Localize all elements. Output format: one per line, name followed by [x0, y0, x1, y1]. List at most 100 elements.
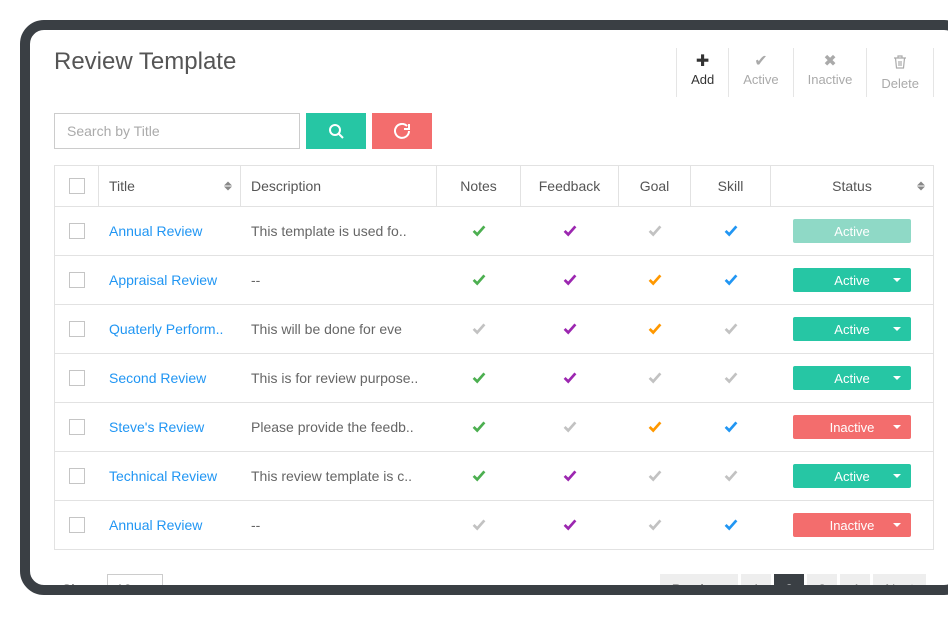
template-link[interactable]: Technical Review [109, 468, 217, 484]
trash-icon [893, 54, 907, 74]
page-button-3[interactable]: 3 [807, 574, 837, 595]
chevron-down-icon [893, 523, 901, 527]
template-link[interactable]: Appraisal Review [109, 272, 217, 288]
refresh-button[interactable] [372, 113, 432, 149]
check-icon [722, 515, 740, 536]
col-notes: Notes [437, 166, 521, 206]
page-size-select[interactable]: 10 [107, 574, 163, 595]
description-cell: This will be done for eve [241, 305, 437, 353]
add-button[interactable]: ✚ Add [676, 48, 728, 97]
previous-button[interactable]: Previous [660, 574, 738, 595]
stepper-icon [148, 586, 154, 593]
active-label: Active [743, 72, 778, 87]
active-button[interactable]: ✔ Active [728, 48, 792, 97]
page-title: Review Template [54, 48, 236, 76]
status-badge: Active [793, 219, 911, 243]
template-link[interactable]: Annual Review [109, 517, 202, 533]
template-link[interactable]: Steve's Review [109, 419, 204, 435]
check-icon [646, 270, 664, 291]
table-row: Appraisal Review -- Active [55, 256, 933, 305]
page-button-2[interactable]: 2 [774, 574, 804, 595]
status-badge[interactable]: Inactive [793, 513, 911, 537]
close-icon: ✖ [823, 54, 836, 70]
status-badge[interactable]: Active [793, 317, 911, 341]
row-checkbox[interactable] [69, 370, 85, 386]
table-row: Quaterly Perform.. This will be done for … [55, 305, 933, 354]
refresh-icon [394, 123, 410, 139]
check-icon [561, 417, 579, 438]
table-row: Annual ReviewThis template is used fo..A… [55, 207, 933, 256]
inactive-button[interactable]: ✖ Inactive [793, 48, 867, 97]
description-cell: This is for review purpose.. [241, 354, 437, 402]
description-cell: -- [241, 256, 437, 304]
check-icon [646, 515, 664, 536]
row-checkbox[interactable] [69, 419, 85, 435]
table-row: Steve's Review Please provide the feedb..… [55, 403, 933, 452]
check-icon [722, 270, 740, 291]
check-icon [646, 466, 664, 487]
check-icon [470, 515, 488, 536]
check-icon [470, 417, 488, 438]
check-icon [646, 417, 664, 438]
table-row: Technical Review This review template is … [55, 452, 933, 501]
check-icon [470, 319, 488, 340]
check-icon [722, 368, 740, 389]
check-icon [561, 319, 579, 340]
check-icon [722, 466, 740, 487]
check-icon [722, 417, 740, 438]
col-feedback: Feedback [521, 166, 619, 206]
sort-icon [224, 182, 232, 191]
check-icon [561, 466, 579, 487]
search-button[interactable] [306, 113, 366, 149]
action-bar: ✚ Add ✔ Active ✖ Inactive Delete [676, 48, 934, 97]
table-header: Title Description Notes Feedback Goal Sk… [55, 166, 933, 207]
chevron-down-icon [893, 278, 901, 282]
page-button-1[interactable]: 1 [741, 574, 771, 595]
chevron-down-icon [893, 474, 901, 478]
status-badge[interactable]: Active [793, 366, 911, 390]
col-description: Description [241, 166, 437, 206]
next-button[interactable]: Next [873, 574, 926, 595]
inactive-label: Inactive [808, 72, 853, 87]
check-icon [561, 270, 579, 291]
description-cell: -- [241, 501, 437, 549]
app-frame: Review Template ✚ Add ✔ Active ✖ Inactiv… [20, 20, 948, 595]
status-badge[interactable]: Inactive [793, 415, 911, 439]
check-icon: ✔ [754, 54, 767, 70]
col-status[interactable]: Status [771, 166, 933, 206]
templates-table: Title Description Notes Feedback Goal Sk… [54, 165, 934, 550]
table-row: Annual Review -- Inactive [55, 501, 933, 550]
template-link[interactable]: Annual Review [109, 223, 202, 239]
plus-icon: ✚ [696, 54, 709, 70]
template-link[interactable]: Quaterly Perform.. [109, 321, 223, 337]
status-badge[interactable]: Active [793, 464, 911, 488]
description-cell: Please provide the feedb.. [241, 403, 437, 451]
status-badge[interactable]: Active [793, 268, 911, 292]
template-link[interactable]: Second Review [109, 370, 206, 386]
show-label: Show [62, 581, 97, 595]
check-icon [561, 368, 579, 389]
page-button-4[interactable]: 4 [840, 574, 870, 595]
row-checkbox[interactable] [69, 272, 85, 288]
delete-button[interactable]: Delete [866, 48, 934, 97]
check-icon [470, 221, 488, 242]
delete-label: Delete [881, 76, 919, 91]
table-row: Second Review This is for review purpose.… [55, 354, 933, 403]
check-icon [646, 368, 664, 389]
row-checkbox[interactable] [69, 468, 85, 484]
row-checkbox[interactable] [69, 321, 85, 337]
check-icon [646, 221, 664, 242]
chevron-down-icon [893, 327, 901, 331]
check-icon [646, 319, 664, 340]
chevron-down-icon [893, 376, 901, 380]
row-checkbox[interactable] [69, 517, 85, 533]
description-cell: This review template is c.. [241, 452, 437, 500]
col-title[interactable]: Title [99, 166, 241, 206]
search-input[interactable] [54, 113, 300, 149]
check-icon [470, 368, 488, 389]
search-icon [328, 123, 344, 139]
check-icon [470, 270, 488, 291]
row-checkbox[interactable] [69, 223, 85, 239]
select-all-checkbox[interactable] [69, 178, 85, 194]
page-size-value: 10 [116, 581, 132, 595]
